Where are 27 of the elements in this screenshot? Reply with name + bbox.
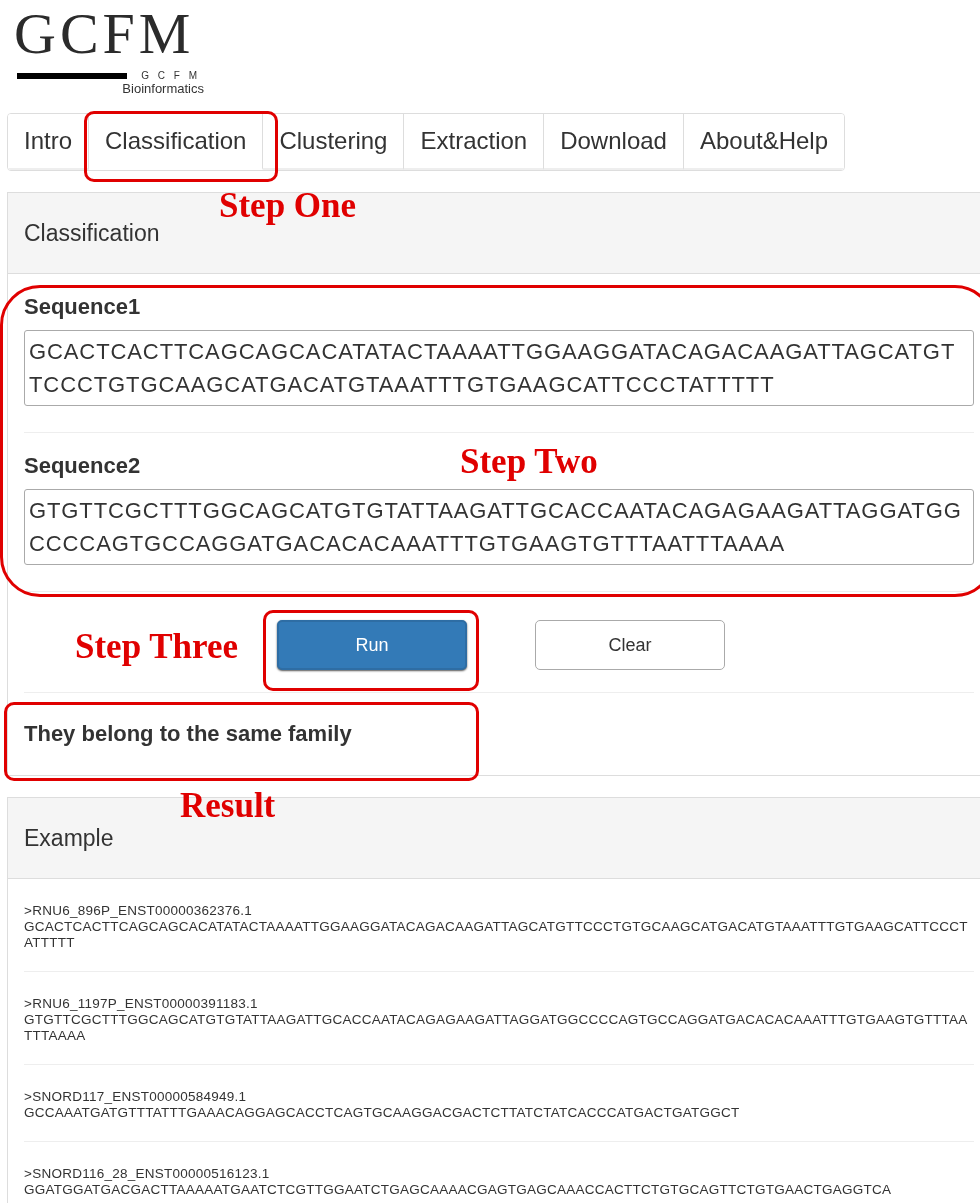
field-label: Sequence1 (24, 294, 141, 320)
sequence-field[interactable]: GTGTTCGCTTTGGCAGCATGTGTATTAAGATTGCACCAATACAGAGAAGATTAGGATGGCCCCAGTGCCAGGATGACACACAAATTTGTGAAGTGTTTAATTTAAAA (24, 489, 974, 565)
sequence-name: >RNU6_896P_ENST00000362376.1 (24, 903, 254, 919)
sequence-text: GCCAAATGATGTTTATTTGAAACAGGAGCACCTCAGTGCAAGGACGACTCTTATCTATCACCCATGACTGATGGCT (24, 1105, 741, 1121)
annotation-label: Step One (219, 186, 357, 226)
sequence-field[interactable]: GCACTCACTTCAGCAGCACATATACTAAAATTGGAAGGATACAGACAAGATTAGCATGTTCCCTGTGCAAGCATGACATGTAAATTTGTGAAGCATTCCCTATTTTT (24, 330, 974, 406)
sequence-name: >SNORD116_28_ENST00000516123.1 (24, 1166, 271, 1182)
sequence-text: GCACTCACTTCAGCAGCACATATACTAAAATTGGAAGGATACAGACAAGATTAGCATGTTCCCTGTGCAAGCATGACATGTAAATTTGTGAAGCATTCCCTATTTTT (24, 919, 969, 951)
logo-text: G C F M (141, 70, 200, 81)
annotation-label: Result (180, 786, 276, 826)
nav-tab[interactable]: About&Help (683, 114, 844, 170)
result-text: They belong to the same family (24, 721, 352, 747)
nav-tab[interactable]: Intro (8, 114, 90, 170)
nav-tab[interactable]: Extraction (404, 114, 545, 170)
logo-mark: GCFM (14, 6, 195, 62)
clear-button[interactable]: Clear (535, 620, 725, 670)
nav-tab[interactable]: Clustering (263, 114, 405, 170)
nav-tab[interactable]: Download (544, 114, 684, 170)
sequence-text: GGATGGATGACGACTTAAAAATGAATCTCGTTGGAATCTGAGCAAAACGAGTGAGCAAACCACTTCTGTGCAGTTCTGTGAACTGAGGTCA (24, 1182, 893, 1198)
sequence-name: >SNORD117_ENST00000584949.1 (24, 1089, 248, 1105)
sequence-text: GTGTTCGCTTTGGCAGCATGTGTATTAAGATTGCACCAATACAGAGAAGATTAGGATGGCCCCAGTGCCAGGATGACACACAAATTTGTGAAGTGTTTAATTTAAAA (24, 1012, 969, 1044)
annotation-label: Step Three (75, 627, 239, 667)
run-button[interactable]: Run (277, 620, 467, 670)
field-label: Sequence2 (24, 453, 141, 479)
logo-subtitle: Bioinformatics (122, 81, 204, 96)
sequence-name: >RNU6_1197P_ENST00000391183.1 (24, 996, 259, 1012)
annotation-label: Step Two (460, 442, 598, 482)
